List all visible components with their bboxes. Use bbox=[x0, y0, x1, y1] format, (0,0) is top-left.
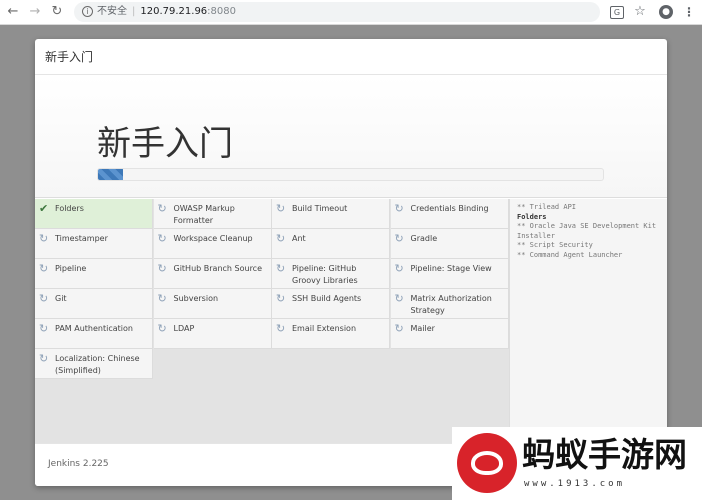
plugin-name: Subversion bbox=[173, 294, 219, 303]
refresh-icon: ↻ bbox=[394, 232, 404, 245]
setup-dialog: 新手入门 新手入门 ✔ Folders ↻ OWASP Markup Formatte… bbox=[35, 39, 667, 486]
refresh-icon: ↻ bbox=[39, 232, 49, 245]
plugin-item: ✔ Folders bbox=[35, 199, 153, 229]
watermark-text: 蚂蚁手游网 bbox=[522, 435, 687, 474]
plugin-item: ↻ Mailer bbox=[390, 319, 509, 349]
browser-toolbar: ← → ↻ i 不安全 | 120.79.21.96:8080 G ☆ ● ⋮ bbox=[0, 0, 702, 25]
refresh-icon: ↻ bbox=[39, 352, 49, 365]
refresh-icon: ↻ bbox=[276, 322, 286, 335]
install-log: ** Trilead API Folders ** Oracle Java SE D… bbox=[509, 199, 667, 443]
refresh-icon: ↻ bbox=[39, 322, 49, 335]
refresh-icon: ↻ bbox=[276, 292, 286, 305]
watermark-url: www.1913.com bbox=[524, 479, 626, 489]
security-label: 不安全 bbox=[97, 6, 127, 17]
refresh-icon: ↻ bbox=[157, 202, 167, 215]
log-line: ** Script Security bbox=[517, 241, 593, 249]
plugin-name: Timestamper bbox=[55, 234, 108, 243]
plugin-name: Localization: Chinese (Simplified) bbox=[55, 354, 140, 375]
log-line: ** Trilead API bbox=[517, 203, 577, 211]
plugin-item: ↻ Ant bbox=[272, 229, 390, 259]
refresh-icon: ↻ bbox=[157, 262, 167, 275]
plugin-name: Mailer bbox=[410, 324, 435, 333]
plugin-item: ↻ Pipeline bbox=[35, 259, 153, 289]
plugin-item: ↻ PAM Authentication bbox=[35, 319, 153, 349]
refresh-icon: ↻ bbox=[394, 262, 404, 275]
plugin-name: Folders bbox=[55, 204, 84, 213]
install-progress-bar bbox=[97, 168, 604, 181]
plugin-item: ↻ Git bbox=[35, 289, 153, 319]
plugin-name: Git bbox=[55, 294, 67, 303]
refresh-icon: ↻ bbox=[276, 202, 286, 215]
refresh-icon: ↻ bbox=[157, 232, 167, 245]
hero-section: 新手入门 bbox=[35, 76, 667, 198]
plugin-item: ↻ GitHub Branch Source bbox=[153, 259, 272, 289]
watermark-logo-icon bbox=[457, 433, 517, 493]
info-icon[interactable]: i bbox=[82, 5, 93, 17]
more-menu-icon[interactable]: ⋮ bbox=[681, 4, 697, 20]
translate-icon[interactable]: G bbox=[610, 6, 624, 19]
plugin-name: GitHub Branch Source bbox=[173, 264, 263, 273]
plugin-name: Email Extension bbox=[292, 324, 357, 333]
plugin-name: LDAP bbox=[173, 324, 195, 333]
log-line: ** Command Agent Launcher bbox=[517, 250, 623, 259]
plugin-name: Credentials Binding bbox=[410, 204, 489, 213]
refresh-icon: ↻ bbox=[394, 202, 404, 215]
refresh-icon: ↻ bbox=[157, 322, 167, 335]
log-line: Folders bbox=[517, 212, 547, 221]
plugin-item: ↻ Gradle bbox=[390, 229, 509, 259]
plugin-name: Pipeline: GitHub Groovy Libraries bbox=[292, 264, 358, 285]
refresh-icon: ↻ bbox=[39, 262, 49, 275]
plugin-item: ↻ Pipeline: GitHub Groovy Libraries bbox=[272, 259, 390, 289]
plugin-item: ↻ Credentials Binding bbox=[390, 199, 509, 229]
plugin-item: ↻ Timestamper bbox=[35, 229, 153, 259]
address-separator: | bbox=[132, 6, 136, 17]
log-line: ** Oracle Java SE Development Kit Instal… bbox=[517, 222, 657, 240]
plugin-name: OWASP Markup Formatter bbox=[173, 204, 235, 225]
plugin-item: ↻ Workspace Cleanup bbox=[153, 229, 272, 259]
hero-title: 新手入门 bbox=[97, 124, 233, 164]
plugin-item: ↻ Email Extension bbox=[272, 319, 390, 349]
plugin-item: ↻ Pipeline: Stage View bbox=[390, 259, 509, 289]
plugin-name: Build Timeout bbox=[292, 204, 348, 213]
address-bar[interactable]: i 不安全 | 120.79.21.96:8080 bbox=[74, 2, 600, 22]
plugin-item: ↻ OWASP Markup Formatter bbox=[153, 199, 272, 229]
plugin-item: ↻ Build Timeout bbox=[272, 199, 390, 229]
plugin-item: ↻ SSH Build Agents bbox=[272, 289, 390, 319]
dialog-header: 新手入门 bbox=[35, 39, 667, 75]
reload-icon[interactable]: ↻ bbox=[48, 3, 66, 21]
refresh-icon: ↻ bbox=[276, 262, 286, 275]
plugin-name: Pipeline: Stage View bbox=[410, 264, 492, 273]
checkmark-icon: ✔ bbox=[39, 202, 49, 215]
url-host: 120.79.21.96 bbox=[140, 6, 208, 17]
account-icon[interactable]: ● bbox=[659, 5, 673, 19]
star-icon[interactable]: ☆ bbox=[632, 4, 648, 20]
plugin-item: ↻ Localization: Chinese (Simplified) bbox=[35, 349, 153, 379]
plugin-name: SSH Build Agents bbox=[292, 294, 362, 303]
plugin-grid-area: ✔ Folders ↻ OWASP Markup Formatter ↻ Build Ti… bbox=[35, 199, 509, 443]
refresh-icon: ↻ bbox=[394, 292, 404, 305]
refresh-icon: ↻ bbox=[39, 292, 49, 305]
plugin-item: ↻ Subversion bbox=[153, 289, 272, 319]
plugin-name: Ant bbox=[292, 234, 306, 243]
jenkins-version: Jenkins 2.225 bbox=[48, 459, 109, 469]
refresh-icon: ↻ bbox=[276, 232, 286, 245]
refresh-icon: ↻ bbox=[394, 322, 404, 335]
plugin-name: Matrix Authorization Strategy bbox=[410, 294, 492, 315]
plugin-item: ↻ Matrix Authorization Strategy bbox=[390, 289, 509, 319]
plugin-name: Workspace Cleanup bbox=[173, 234, 253, 243]
plugin-name: Pipeline bbox=[55, 264, 87, 273]
plugin-item: ↻ LDAP bbox=[153, 319, 272, 349]
plugin-name: Gradle bbox=[410, 234, 438, 243]
plugin-name: PAM Authentication bbox=[55, 324, 133, 333]
refresh-icon: ↻ bbox=[157, 292, 167, 305]
progress-fill bbox=[98, 169, 124, 180]
url-port: :8080 bbox=[207, 6, 236, 17]
watermark: 蚂蚁手游网 www.1913.com bbox=[452, 427, 702, 500]
back-arrow-icon[interactable]: ← bbox=[4, 3, 22, 21]
forward-arrow-icon[interactable]: → bbox=[26, 3, 44, 21]
